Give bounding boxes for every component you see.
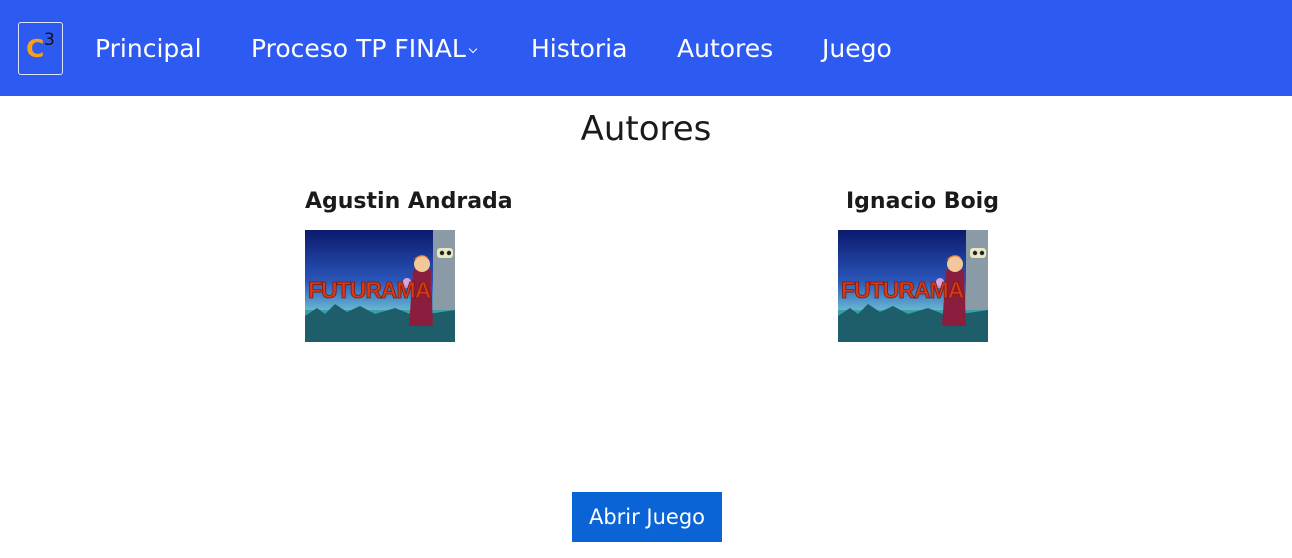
author-name-1: Agustin Andrada (305, 189, 513, 214)
author-image-2: FUTURAMA (838, 230, 988, 342)
futurama-image: FUTURAMA (838, 230, 988, 342)
nav-item-proceso-tp-final[interactable]: Proceso TP FINAL (251, 30, 478, 68)
futurama-logo-text: FUTURAMA (308, 277, 431, 303)
nav-item-principal[interactable]: Principal (95, 30, 202, 68)
navbar: C 3 Principal Proceso TP FINAL Historia … (0, 0, 1292, 96)
brand-superscript: 3 (44, 30, 55, 50)
nav-item-juego[interactable]: Juego (822, 30, 892, 68)
nav-item-proceso-label: Proceso TP FINAL (251, 34, 466, 63)
author-name-2: Ignacio Boig (846, 189, 999, 214)
nav-item-historia[interactable]: Historia (531, 30, 627, 68)
page-title: Autores (580, 109, 712, 149)
brand-logo[interactable]: C 3 (18, 22, 63, 75)
futurama-logo-text: FUTURAMA (841, 277, 964, 303)
chevron-down-icon (468, 44, 478, 54)
futurama-image: FUTURAMA (305, 230, 455, 342)
open-game-button[interactable]: Abrir Juego (572, 492, 722, 542)
nav-item-autores[interactable]: Autores (677, 30, 773, 68)
author-image-1: FUTURAMA (305, 230, 455, 342)
brand-letter: C (26, 34, 45, 63)
